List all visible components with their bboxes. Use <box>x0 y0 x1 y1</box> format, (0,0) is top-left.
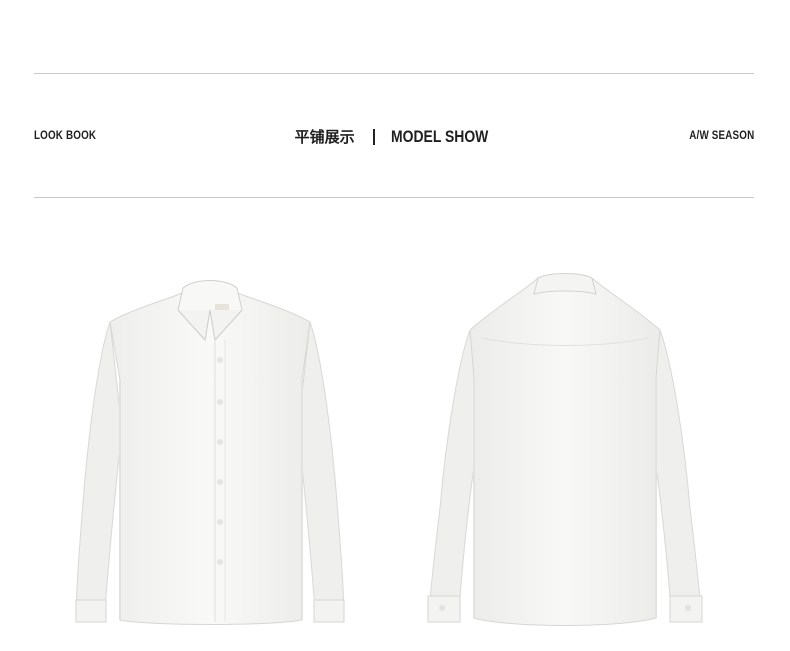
shirt-front-image <box>75 280 345 625</box>
section-title-en: MODEL SHOW <box>390 126 488 146</box>
section-title-cn: 平铺展示 <box>294 128 355 146</box>
top-divider <box>34 73 754 74</box>
shirt-back-image <box>427 273 703 626</box>
season-label: A/W SEASON <box>688 128 754 142</box>
bottom-divider <box>34 197 754 198</box>
section-title: 平铺展示 MODEL SHOW <box>0 126 790 147</box>
title-separator <box>372 128 375 145</box>
